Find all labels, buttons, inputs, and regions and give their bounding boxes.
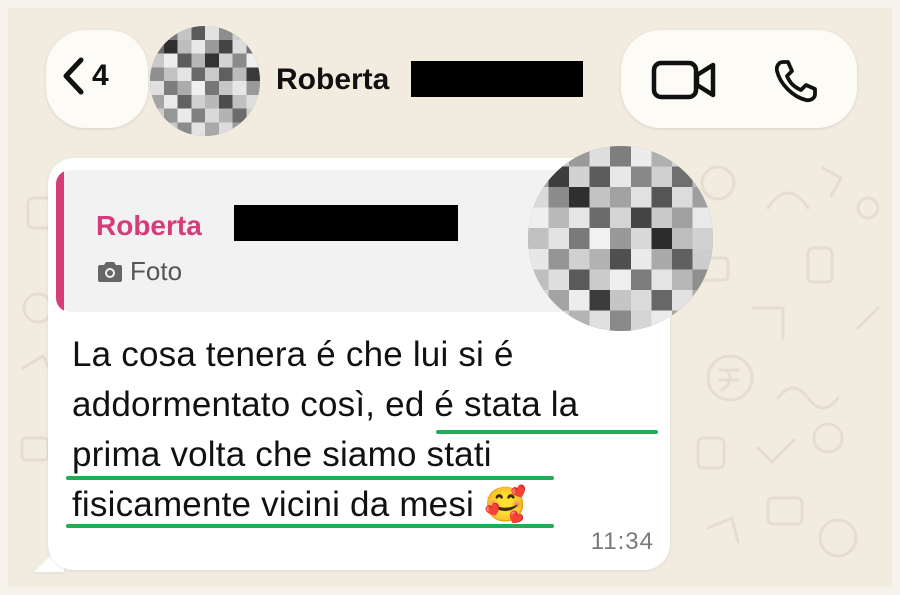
back-pill: 4	[46, 30, 148, 128]
highlight-underline	[66, 524, 554, 528]
contact-avatar[interactable]	[150, 26, 260, 136]
chat-screen: 4 Roberta Roberta Foto La cosa tenera é …	[8, 8, 892, 587]
quoted-media-label: Foto	[130, 256, 183, 286]
quoted-photo-thumbnail[interactable]	[528, 146, 713, 331]
smiling-face-with-hearts-emoji: 🥰	[483, 486, 527, 524]
video-call-icon	[651, 60, 716, 100]
video-call-button[interactable]	[651, 60, 717, 105]
pixelated-avatar-image	[150, 26, 260, 136]
quoted-author: Roberta	[96, 210, 202, 241]
contact-name[interactable]: Roberta	[276, 63, 389, 97]
quote-accent-bar	[56, 170, 64, 312]
chevron-left-icon	[63, 57, 84, 95]
redaction-bar	[411, 61, 583, 97]
unread-count: 4	[92, 59, 109, 92]
phone-icon	[774, 60, 817, 103]
voice-call-button[interactable]	[773, 58, 819, 109]
camera-icon	[98, 261, 122, 282]
message-timestamp: 11:34	[590, 528, 654, 555]
message-bubble[interactable]: Roberta Foto La cosa tenera é che lui si…	[48, 146, 713, 570]
highlight-underline	[66, 476, 554, 480]
back-button[interactable]: 4	[60, 56, 109, 96]
redaction-bar	[234, 205, 458, 241]
highlight-underline	[436, 430, 658, 434]
quoted-media-type: Foto	[96, 256, 182, 287]
call-actions	[621, 30, 857, 128]
pixelated-photo-image	[528, 146, 713, 331]
